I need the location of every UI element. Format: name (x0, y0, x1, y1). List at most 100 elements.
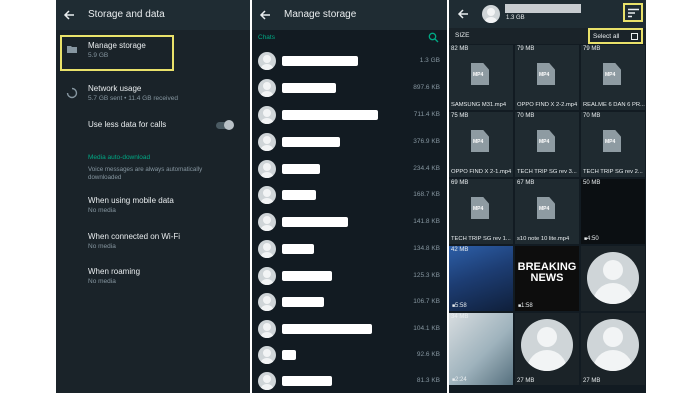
redacted-name (282, 217, 348, 227)
chat-size: 141.8 KB (413, 218, 440, 225)
chat-media-screen: 1.3 GB SIZE Select all 82 MB MP4 SAMSUNG… (449, 0, 646, 393)
app-bar: Storage and data (56, 0, 250, 30)
media-tile[interactable] (581, 246, 645, 311)
back-arrow-icon[interactable] (456, 7, 470, 21)
video-file-icon: MP4 (471, 130, 489, 152)
roaming-item[interactable]: When roaming No media (56, 265, 250, 293)
chat-size: 81.3 KB (416, 377, 440, 384)
avatar (482, 5, 500, 23)
media-tile[interactable]: 79 MB MP4 OPPO FIND X 2-2.mp4 (515, 45, 579, 110)
media-tile[interactable]: 75 MB MP4 OPPO FIND X 2-1.mp4 (449, 112, 513, 177)
file-size: 27 MB (583, 378, 601, 384)
chat-size: 376.9 KB (413, 138, 440, 145)
use-less-data-item[interactable]: Use less data for calls (56, 116, 250, 136)
app-bar: 1.3 GB (449, 0, 646, 28)
use-less-data-toggle[interactable] (216, 120, 234, 130)
redacted-name (282, 376, 332, 386)
video-duration: 2:24 (452, 377, 467, 383)
network-usage-item[interactable]: Network usage 5.7 GB sent • 11.4 GB rece… (56, 82, 250, 110)
redacted-name (282, 350, 296, 360)
mobile-data-item[interactable]: When using mobile data No media (56, 194, 250, 222)
avatar (258, 106, 276, 124)
roaming-label: When roaming (88, 267, 141, 276)
file-size: 42 MB (451, 247, 469, 253)
video-duration: 1:58 (518, 303, 533, 309)
select-all-button[interactable]: Select all (588, 28, 643, 44)
avatar (258, 267, 276, 285)
chat-row[interactable]: 141.8 KB (252, 209, 447, 235)
chat-size: 134.8 KB (413, 245, 440, 252)
chat-row[interactable]: 234.4 KB (252, 156, 447, 182)
back-arrow-icon[interactable] (258, 8, 272, 22)
chat-row[interactable]: 376.9 KB (252, 129, 447, 155)
video-file-icon: MP4 (537, 63, 555, 85)
media-tile[interactable]: 69 MB MP4 TECH TRIP SG rev 1... (449, 179, 513, 244)
breaking-news-text: BREAKING NEWS (517, 261, 577, 284)
chat-row[interactable]: 897.6 KB (252, 75, 447, 101)
use-less-data-label: Use less data for calls (88, 120, 167, 129)
video-file-icon: MP4 (537, 197, 555, 219)
media-tile[interactable]: 82 MB MP4 SAMSUNG M31.mp4 (449, 45, 513, 110)
redacted-name (282, 137, 340, 147)
chat-row[interactable]: 125.3 KB (252, 263, 447, 289)
mobile-data-value: No media (88, 207, 116, 214)
highlight-box (60, 35, 174, 71)
sort-button[interactable] (623, 3, 643, 22)
file-size: 70 MB (583, 113, 601, 119)
media-tile[interactable]: 70 MB MP4 TECH TRIP SG rev 2... (581, 112, 645, 177)
chat-row[interactable]: 711.4 KB (252, 102, 447, 128)
redacted-name (282, 56, 358, 66)
media-tile[interactable]: 67 MB MP4 s10 note 10 lite.mp4 (515, 179, 579, 244)
redacted-contact-name (505, 4, 581, 13)
avatar (258, 240, 276, 258)
video-file-icon: MP4 (603, 63, 621, 85)
page-title: Manage storage (284, 9, 357, 20)
chat-total-size: 1.3 GB (506, 15, 525, 21)
avatar (258, 320, 276, 338)
video-file-icon: MP4 (471, 197, 489, 219)
media-tile[interactable]: 50 MB 4:50 (581, 179, 645, 244)
chat-row[interactable]: 1.3 GB (252, 48, 447, 74)
chat-row[interactable]: 134.8 KB (252, 236, 447, 262)
video-file-icon: MP4 (471, 63, 489, 85)
sort-bar: SIZE Select all (449, 28, 646, 44)
file-size: 82 MB (451, 46, 469, 52)
manage-storage-screen: Manage storage Chats 1.3 GB 897.6 KB 711… (252, 0, 447, 393)
avatar (258, 293, 276, 311)
avatar (258, 346, 276, 364)
redacted-name (282, 324, 372, 334)
media-tile[interactable]: 27 MB (515, 313, 579, 385)
select-all-checkbox[interactable] (631, 33, 638, 40)
wifi-item[interactable]: When connected on Wi-Fi No media (56, 230, 250, 258)
media-tile[interactable]: 79 MB MP4 REALME 6 DAN 6 PR... (581, 45, 645, 110)
chat-size: 897.6 KB (413, 84, 440, 91)
media-tile[interactable]: 42 MB 5:58 (449, 246, 513, 311)
chat-row[interactable]: 104.1 KB (252, 316, 447, 342)
chat-size: 106.7 KB (413, 298, 440, 305)
chat-row[interactable]: 92.6 KB (252, 342, 447, 368)
video-duration: 5:58 (452, 303, 467, 309)
file-name: OPPO FIND X 2-2.mp4 (517, 102, 578, 108)
redacted-name (282, 190, 316, 200)
avatar (258, 52, 276, 70)
file-size: 27 MB (517, 378, 535, 384)
chat-row[interactable]: 81.3 KB (252, 368, 447, 393)
media-tile[interactable]: 27 MB (581, 313, 645, 385)
redacted-name (282, 110, 378, 120)
file-size: 79 MB (583, 46, 601, 52)
sort-icon (628, 8, 639, 18)
file-size: 69 MB (451, 180, 469, 186)
chat-row[interactable]: 106.7 KB (252, 289, 447, 315)
back-arrow-icon[interactable] (62, 8, 76, 22)
sort-label: SIZE (455, 32, 470, 39)
media-tile[interactable]: 34 MB 2:24 (449, 313, 513, 385)
media-tile[interactable]: BREAKING NEWS 1:58 (515, 246, 579, 311)
video-duration: 4:50 (584, 236, 599, 242)
chat-row[interactable]: 168.7 KB (252, 182, 447, 208)
wifi-value: No media (88, 243, 116, 250)
file-name: s10 note 10 lite.mp4 (517, 236, 570, 242)
media-tile[interactable]: 70 MB MP4 TECH TRIP SG rev 3... (515, 112, 579, 177)
file-name: SAMSUNG M31.mp4 (451, 102, 507, 108)
search-icon[interactable] (428, 32, 439, 43)
person-placeholder-icon (521, 319, 573, 371)
